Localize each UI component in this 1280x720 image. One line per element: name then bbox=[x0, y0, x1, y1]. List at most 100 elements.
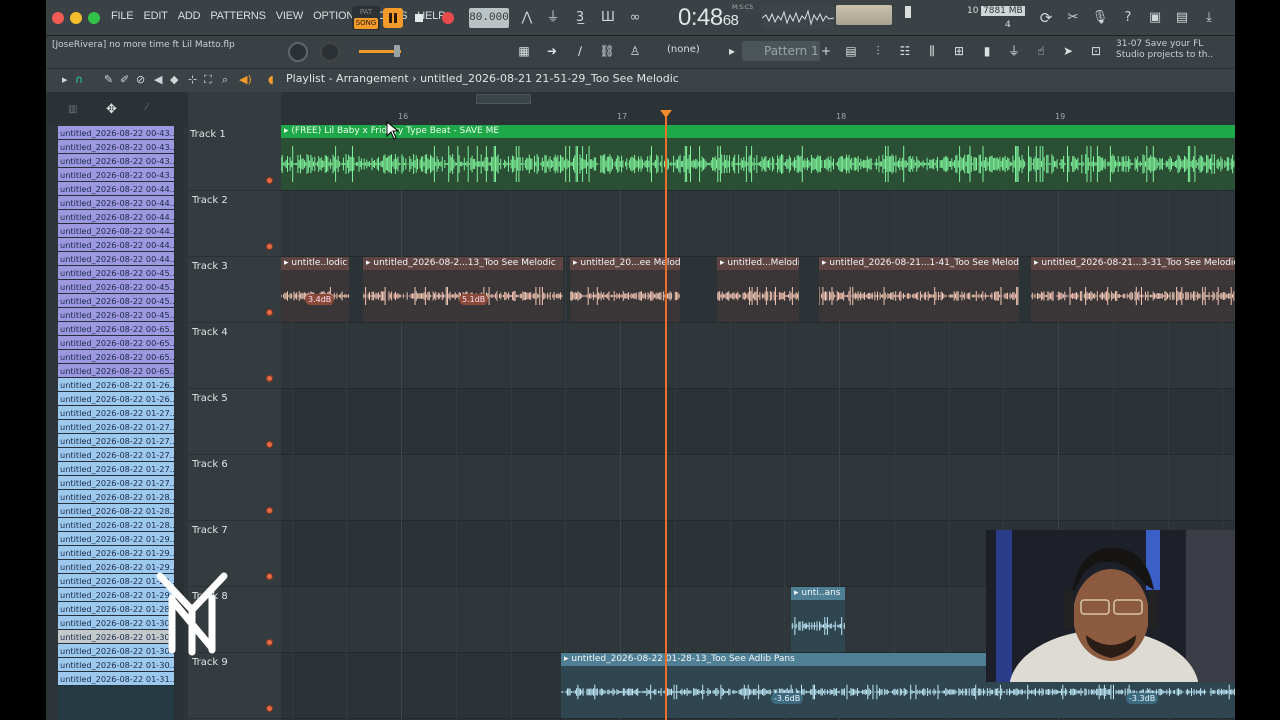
record-button[interactable] bbox=[438, 8, 458, 28]
track-header[interactable]: Track 1 bbox=[188, 125, 281, 191]
melodic-clip[interactable]: ▸ untitled_2026-08-21...1-41_Too See Mel… bbox=[819, 257, 1019, 322]
move-icon[interactable]: ✥ bbox=[106, 102, 117, 117]
browser-item[interactable]: untitled_2026-08-22 01-28... bbox=[58, 490, 182, 504]
mute-tool-icon[interactable]: ◀ bbox=[154, 73, 162, 86]
zoom-tool-icon[interactable]: ⌕ bbox=[222, 73, 228, 87]
melodic-clip[interactable]: ▸ untitled_2026-08-2...13_Too See Melodi… bbox=[363, 257, 563, 322]
brush-icon[interactable]: ∕ bbox=[570, 42, 590, 60]
save-icon[interactable]: ▣ bbox=[1144, 8, 1166, 28]
adlib-clip[interactable]: ▸ unti..ans bbox=[791, 587, 845, 652]
menu-add[interactable]: ADD bbox=[173, 10, 206, 22]
browser-item[interactable]: untitled_2026-08-22 01-29... bbox=[58, 532, 182, 546]
browser-item[interactable]: untitled_2026-08-22 00-45... bbox=[58, 294, 182, 308]
slice-tool-icon[interactable]: ⊹ bbox=[188, 73, 197, 86]
beat-clip[interactable]: ▸ (FREE) Lil Baby x Fridayy Type Beat - … bbox=[281, 125, 1235, 190]
paint-tool-icon[interactable]: ✐ bbox=[120, 73, 129, 86]
track-header[interactable]: Track 4 bbox=[188, 323, 281, 389]
maximize-window-button[interactable] bbox=[88, 12, 100, 24]
play-arrow-icon[interactable]: ▸ bbox=[62, 73, 68, 86]
track-header[interactable]: Track 3 bbox=[188, 257, 281, 323]
track-record-dot[interactable] bbox=[266, 375, 273, 382]
help-icon[interactable]: ? bbox=[1117, 8, 1139, 28]
loop-record-icon[interactable]: ∞ bbox=[624, 8, 646, 28]
playback-tool-icon[interactable]: ◀) bbox=[239, 73, 252, 86]
playhead[interactable] bbox=[665, 117, 667, 720]
channel-rack-icon[interactable]: ⫶ bbox=[868, 42, 888, 60]
browser-item[interactable]: untitled_2026-08-22 00-65... bbox=[58, 336, 182, 350]
track-record-dot[interactable] bbox=[266, 177, 273, 184]
menu-patterns[interactable]: PATTERNS bbox=[205, 10, 270, 22]
browser-item[interactable]: untitled_2026-08-22 00-43... bbox=[58, 168, 182, 182]
browser-menu-icon[interactable]: ▥ bbox=[68, 104, 77, 115]
menu-edit[interactable]: EDIT bbox=[138, 10, 172, 22]
slip-tool-icon[interactable]: ◆ bbox=[170, 73, 178, 86]
track-header[interactable]: Track 6 bbox=[188, 455, 281, 521]
browser-item[interactable]: untitled_2026-08-22 00-44... bbox=[58, 224, 182, 238]
melodic-clip[interactable]: ▸ untitled...Melodic bbox=[717, 257, 799, 322]
browser-icon[interactable]: ▮ bbox=[977, 42, 997, 60]
track-record-dot[interactable] bbox=[266, 705, 273, 712]
browser-item[interactable]: untitled_2026-08-22 01-30... bbox=[58, 658, 182, 672]
add-pattern-icon[interactable]: + bbox=[816, 42, 836, 60]
browser-item[interactable]: untitled_2026-08-22 00-65... bbox=[58, 364, 182, 378]
browser-item[interactable]: untitled_2026-08-22 01-27... bbox=[58, 420, 182, 434]
mixer-icon[interactable]: ☷ bbox=[895, 42, 915, 60]
plug-icon[interactable]: ⏚ bbox=[1004, 42, 1024, 60]
track-header[interactable]: Track 9 bbox=[188, 653, 281, 719]
news-panel[interactable]: 31-07 Save your FL Studio projects to th… bbox=[1116, 39, 1226, 61]
track-record-dot[interactable] bbox=[266, 309, 273, 316]
browser-item[interactable]: untitled_2026-08-22 00-65... bbox=[58, 350, 182, 364]
track-record-dot[interactable] bbox=[266, 507, 273, 514]
cut-icon[interactable]: ✂ bbox=[1062, 8, 1084, 28]
browser-item[interactable]: untitled_2026-08-22 01-28... bbox=[58, 504, 182, 518]
track-header[interactable]: Track 2 bbox=[188, 191, 281, 257]
browser-item[interactable]: untitled_2026-08-22 01-29... bbox=[58, 546, 182, 560]
browser-item[interactable]: untitled_2026-08-22 01-27... bbox=[58, 434, 182, 448]
browser-item[interactable]: untitled_2026-08-22 01-27... bbox=[58, 462, 182, 476]
browser-item[interactable]: untitled_2026-08-22 01-26... bbox=[58, 378, 182, 392]
play-small-icon[interactable]: ▸ bbox=[722, 42, 742, 60]
step-edit-icon[interactable]: Ш bbox=[597, 8, 619, 28]
select-tool-icon[interactable]: ⛶ bbox=[204, 73, 212, 87]
stop-button[interactable] bbox=[409, 8, 429, 28]
delete-tool-icon[interactable]: ⊘ bbox=[136, 73, 145, 86]
arrow-right-icon[interactable]: ➜ bbox=[542, 42, 562, 60]
draw-tool-icon[interactable]: ✎ bbox=[104, 73, 113, 86]
pat-song-toggle[interactable]: PAT SONG bbox=[352, 6, 380, 30]
browser-item[interactable]: untitled_2026-08-22 00-43... bbox=[58, 140, 182, 154]
pattern-selector[interactable]: Pattern 1 bbox=[742, 41, 820, 61]
browser-item[interactable]: untitled_2026-08-22 00-43... bbox=[58, 154, 182, 168]
wait-input-icon[interactable]: ⏚ bbox=[542, 8, 564, 28]
project-icon[interactable]: ▤ bbox=[1171, 8, 1193, 28]
browser-item[interactable]: untitled_2026-08-22 00-44... bbox=[58, 238, 182, 252]
stamp-icon[interactable]: ♙ bbox=[625, 42, 645, 60]
browser-item[interactable]: untitled_2026-08-22 00-44... bbox=[58, 182, 182, 196]
browser-item[interactable]: untitled_2026-08-22 01-27... bbox=[58, 406, 182, 420]
browser-item[interactable]: untitled_2026-08-22 01-31... bbox=[58, 672, 182, 686]
master-pitch-knob[interactable] bbox=[320, 42, 340, 62]
microphone-icon[interactable]: 🎙 bbox=[1089, 8, 1111, 28]
browser-item[interactable]: untitled_2026-08-22 01-27... bbox=[58, 476, 182, 490]
plugin-icon[interactable]: ⊞ bbox=[949, 42, 969, 60]
track-record-dot[interactable] bbox=[266, 573, 273, 580]
link-icon[interactable]: ⛓ bbox=[597, 42, 617, 60]
link-small-icon[interactable]: ⁄ bbox=[146, 102, 148, 113]
minimize-window-button[interactable] bbox=[70, 12, 82, 24]
cart-icon[interactable]: ⊡ bbox=[1086, 42, 1106, 60]
menu-file[interactable]: FILE bbox=[106, 10, 138, 22]
track-record-dot[interactable] bbox=[266, 639, 273, 646]
browser-item[interactable]: untitled_2026-08-22 00-44... bbox=[58, 252, 182, 266]
piano-icon[interactable]: ▦ bbox=[514, 42, 534, 60]
playlist-icon[interactable]: ▤ bbox=[841, 42, 861, 60]
browser-item[interactable]: untitled_2026-08-22 00-44... bbox=[58, 196, 182, 210]
master-slider-handle[interactable] bbox=[394, 45, 400, 57]
download-icon[interactable]: ⤓ bbox=[1198, 8, 1220, 28]
pause-button[interactable] bbox=[383, 8, 403, 28]
overview-window[interactable] bbox=[476, 94, 531, 104]
tempo-display[interactable]: 80.000 bbox=[469, 8, 509, 28]
refresh-icon[interactable]: ⟳ bbox=[1035, 8, 1057, 28]
browser-item[interactable]: untitled_2026-08-22 01-26... bbox=[58, 392, 182, 406]
snap-selector[interactable]: (none) bbox=[667, 44, 719, 58]
browser-item[interactable]: untitled_2026-08-22 00-44... bbox=[58, 210, 182, 224]
browser-item[interactable]: untitled_2026-08-22 00-45... bbox=[58, 308, 182, 322]
